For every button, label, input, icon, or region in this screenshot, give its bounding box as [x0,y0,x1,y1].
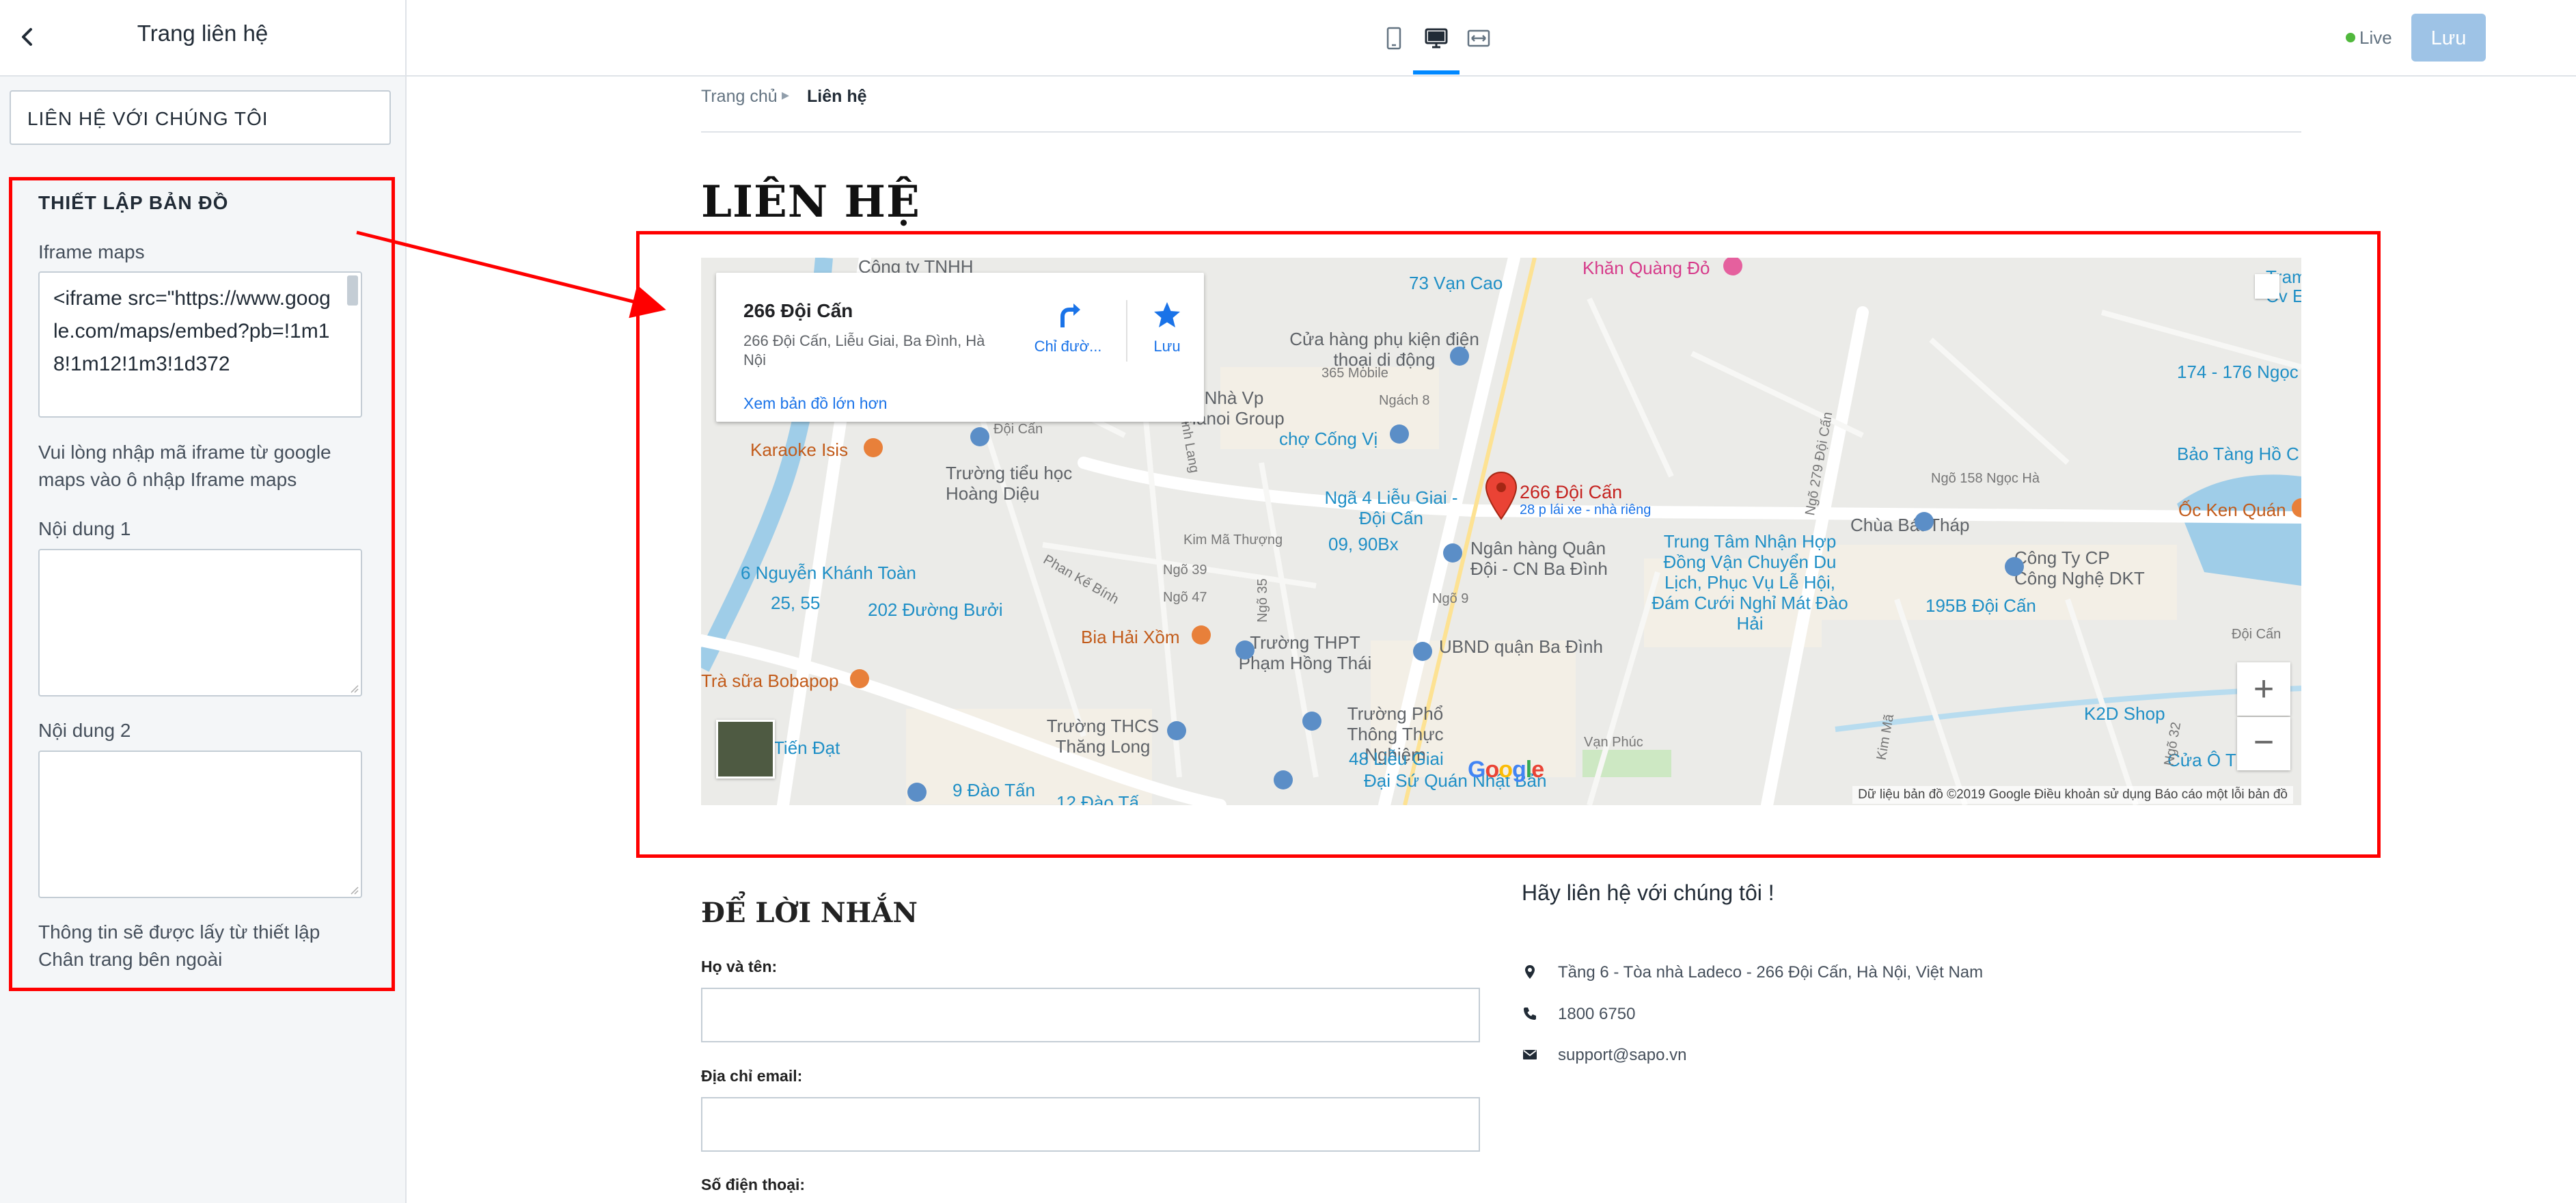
envelope-icon [1523,1050,1537,1059]
email-label: Địa chỉ email: [701,1067,803,1085]
contact-phone[interactable]: 1800 6750 [1558,1005,1635,1024]
live-status-label: Live [2359,27,2392,48]
contact-address: Tầng 6 - Tòa nhà Ladeco - 266 Đội Cấn, H… [1558,963,1984,982]
live-status-dot [2346,33,2355,42]
active-device-indicator [1413,70,1460,75]
contact-email[interactable]: support@sapo.vn [1558,1046,1686,1065]
location-pin-icon [1525,965,1535,979]
email-field[interactable] [701,1097,1480,1152]
breadcrumb-home[interactable]: Trang chủ [701,87,778,107]
breadcrumb-chevron-icon: ▸ [782,86,790,103]
page-title: LIÊN HỆ [701,176,920,228]
section-contact-us-label: LIÊN HỆ VỚI CHÚNG TÔI [27,108,269,129]
mobile-icon[interactable] [1380,25,1408,52]
desktop-icon[interactable] [1423,25,1450,52]
leave-message-title: ĐỂ LỜI NHẮN [701,897,918,929]
contact-title: Hãy liên hệ với chúng tôi ! [1522,880,1775,905]
name-field[interactable] [701,988,1480,1042]
fullwidth-icon[interactable] [1465,25,1492,52]
phone-icon [1524,1008,1536,1020]
save-button[interactable]: Lưu [2411,14,2486,62]
phone-label: Số điện thoại: [701,1176,806,1193]
breadcrumb-divider [701,131,2301,133]
breadcrumb-current: Liên hệ [807,87,867,106]
annotation-box-map [636,231,2381,858]
name-label: Họ và tên: [701,958,778,975]
sidebar-title: Trang liên hệ [137,21,269,46]
annotation-box-settings [9,177,395,991]
